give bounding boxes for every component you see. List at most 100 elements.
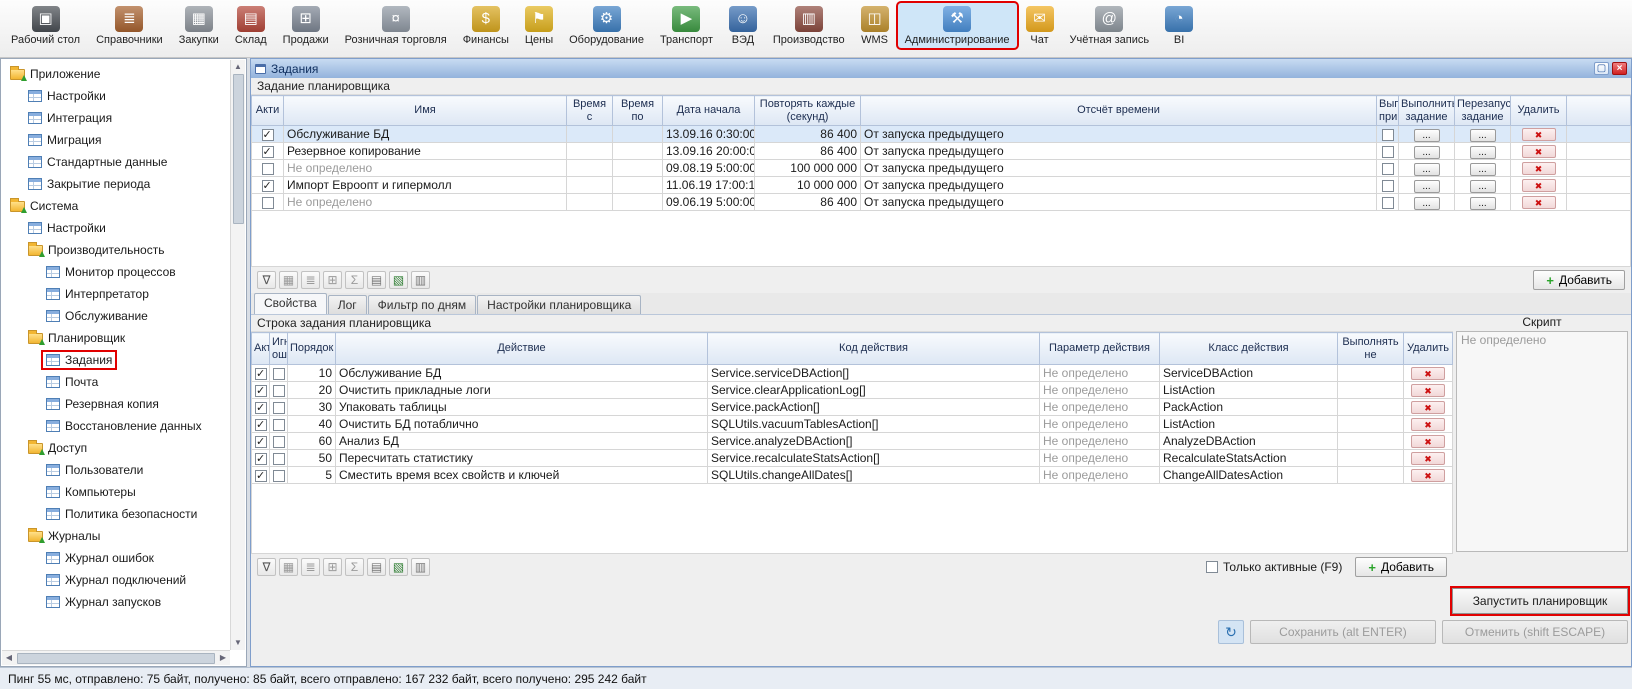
sidebar-item-interpreter[interactable]: Интерпретатор <box>1 283 230 305</box>
toolbar-item-warehouse[interactable]: ▤Склад <box>228 3 274 48</box>
sidebar-item-tasks[interactable]: Задания <box>1 349 230 371</box>
sidebar-item-maintenance[interactable]: Обслуживание <box>1 305 230 327</box>
grid-icon[interactable]: ▦ <box>279 558 298 576</box>
task-row[interactable]: Импорт Евроопт и гипермолл11.06.19 17:00… <box>252 177 1631 194</box>
toolbar-item-directories[interactable]: ≣Справочники <box>89 3 170 48</box>
toolbar-item-ved[interactable]: ☺ВЭД <box>722 3 764 48</box>
line-active-checkbox[interactable] <box>255 368 267 380</box>
line-active-checkbox[interactable] <box>255 436 267 448</box>
line-ignore-errors-checkbox[interactable] <box>273 470 285 482</box>
column-header[interactable]: Удалить <box>1404 333 1453 365</box>
line-row[interactable]: 5Сместить время всех свойств и ключейSQL… <box>252 467 1453 484</box>
group-icon[interactable]: ⊞ <box>323 271 342 289</box>
delete-line-button[interactable]: ✖ <box>1411 435 1445 448</box>
column-header[interactable]: Имя <box>284 96 567 126</box>
delete-line-button[interactable]: ✖ <box>1411 384 1445 397</box>
toolbar-item-wms[interactable]: ◫WMS <box>854 3 896 48</box>
sidebar-item-system-settings[interactable]: Настройки <box>1 217 230 239</box>
restart-task-button[interactable]: ... <box>1470 146 1496 159</box>
group-icon[interactable]: ⊞ <box>323 558 342 576</box>
sidebar-item-backup[interactable]: Резервная копия <box>1 393 230 415</box>
sidebar-item-users[interactable]: Пользователи <box>1 459 230 481</box>
sidebar-item-process-monitor[interactable]: Монитор процессов <box>1 261 230 283</box>
line-row[interactable]: 60Анализ БДService.analyzeDBAction[]Не о… <box>252 433 1453 450</box>
tab-scheduler-settings[interactable]: Настройки планировщика <box>477 295 641 314</box>
toolbar-item-transport[interactable]: ▶Транспорт <box>653 3 720 48</box>
run-task-button[interactable]: ... <box>1414 197 1440 210</box>
column-header[interactable]: Время по <box>613 96 663 126</box>
scroll-right-icon[interactable]: ▶ <box>216 651 230 665</box>
task-active-checkbox[interactable] <box>262 163 274 175</box>
task-row[interactable]: Обслуживание БД13.09.16 0:30:0086 400От … <box>252 126 1631 143</box>
sidebar-horizontal-scrollbar[interactable]: ◀ ▶ <box>2 650 230 665</box>
task-active-checkbox[interactable] <box>262 197 274 209</box>
scroll-left-icon[interactable]: ◀ <box>2 651 16 665</box>
maximize-button[interactable]: ▢ <box>1594 62 1609 75</box>
script-editor[interactable]: Не определено <box>1456 331 1628 552</box>
scrollbar-thumb[interactable] <box>233 74 244 224</box>
delete-task-button[interactable]: ✖ <box>1522 145 1556 158</box>
toolbar-item-sales[interactable]: ⊞Продажи <box>276 3 336 48</box>
toolbar-item-finance[interactable]: $Финансы <box>456 3 516 48</box>
column-header[interactable]: Выполнять не <box>1338 333 1404 365</box>
checkbox[interactable] <box>1206 561 1218 573</box>
task-row[interactable]: Не определено09.08.19 5:00:00100 000 000… <box>252 160 1631 177</box>
run-task-button[interactable]: ... <box>1414 146 1440 159</box>
save-button[interactable]: Сохранить (alt ENTER) <box>1250 620 1436 644</box>
excel-icon[interactable]: ▧ <box>389 558 408 576</box>
line-ignore-errors-checkbox[interactable] <box>273 419 285 431</box>
column-header[interactable]: Действие <box>336 333 708 365</box>
close-button[interactable]: × <box>1612 62 1627 75</box>
sidebar-item-access[interactable]: Доступ <box>1 437 230 459</box>
sidebar-item-standard-data[interactable]: Стандартные данные <box>1 151 230 173</box>
sidebar-item-system[interactable]: Система <box>1 195 230 217</box>
toolbar-item-chat[interactable]: ✉Чат <box>1019 3 1061 48</box>
task-flag-checkbox[interactable] <box>1382 180 1394 192</box>
print-icon[interactable]: ▤ <box>367 271 386 289</box>
sidebar-item-performance[interactable]: Производительность <box>1 239 230 261</box>
numbering-icon[interactable]: ≣ <box>301 271 320 289</box>
sidebar-vertical-scrollbar[interactable]: ▲ ▼ <box>230 60 245 650</box>
line-ignore-errors-checkbox[interactable] <box>273 453 285 465</box>
sidebar-item-migration[interactable]: Миграция <box>1 129 230 151</box>
line-active-checkbox[interactable] <box>255 385 267 397</box>
line-row[interactable]: 40Очистить БД потабличноSQLUtils.vacuumT… <box>252 416 1453 433</box>
sidebar-item-application[interactable]: Приложение <box>1 63 230 85</box>
task-flag-checkbox[interactable] <box>1382 197 1394 209</box>
sum-icon[interactable]: Σ <box>345 558 364 576</box>
delete-task-button[interactable]: ✖ <box>1522 196 1556 209</box>
sidebar-item-period-closing[interactable]: Закрытие периода <box>1 173 230 195</box>
delete-task-button[interactable]: ✖ <box>1522 128 1556 141</box>
delete-line-button[interactable]: ✖ <box>1411 367 1445 380</box>
scrollbar-thumb[interactable] <box>17 653 215 664</box>
task-active-checkbox[interactable] <box>262 146 274 158</box>
sidebar-item-launch-log[interactable]: Журнал запусков <box>1 591 230 613</box>
filter-icon[interactable]: ∇ <box>257 271 276 289</box>
delete-line-button[interactable]: ✖ <box>1411 469 1445 482</box>
scroll-up-icon[interactable]: ▲ <box>231 60 245 74</box>
column-header[interactable]: Игно ош <box>270 333 288 365</box>
delete-task-button[interactable]: ✖ <box>1522 162 1556 175</box>
delete-task-button[interactable]: ✖ <box>1522 179 1556 192</box>
run-scheduler-button[interactable]: Запустить планировщик <box>1452 588 1628 614</box>
delete-line-button[interactable]: ✖ <box>1411 452 1445 465</box>
line-ignore-errors-checkbox[interactable] <box>273 402 285 414</box>
numbering-icon[interactable]: ≣ <box>301 558 320 576</box>
task-flag-checkbox[interactable] <box>1382 129 1394 141</box>
column-header[interactable]: Вып при <box>1377 96 1399 126</box>
line-row[interactable]: 20Очистить прикладные логиService.clearA… <box>252 382 1453 399</box>
restart-task-button[interactable]: ... <box>1470 180 1496 193</box>
toolbar-item-bi[interactable]: ◔BI <box>1158 3 1200 48</box>
sidebar-item-integration[interactable]: Интеграция <box>1 107 230 129</box>
sidebar-item-app-settings[interactable]: Настройки <box>1 85 230 107</box>
run-task-button[interactable]: ... <box>1414 180 1440 193</box>
scroll-down-icon[interactable]: ▼ <box>231 636 245 650</box>
toolbar-item-production[interactable]: ▥Производство <box>766 3 852 48</box>
cancel-button[interactable]: Отменить (shift ESCAPE) <box>1442 620 1628 644</box>
task-active-checkbox[interactable] <box>262 180 274 192</box>
toolbar-item-retail[interactable]: ¤Розничная торговля <box>338 3 454 48</box>
line-active-checkbox[interactable] <box>255 453 267 465</box>
column-header[interactable]: Повторять каждые (секунд) <box>755 96 861 126</box>
line-row[interactable]: 10Обслуживание БДService.serviceDBAction… <box>252 365 1453 382</box>
toolbar-item-account[interactable]: @Учётная запись <box>1063 3 1157 48</box>
